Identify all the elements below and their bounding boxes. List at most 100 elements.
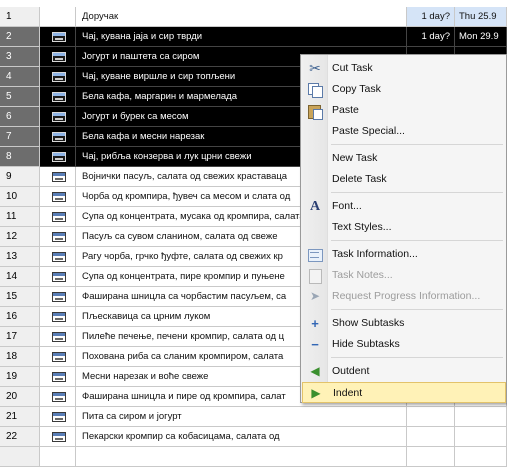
indicator-cell[interactable] bbox=[40, 427, 76, 447]
start-cell[interactable] bbox=[455, 427, 507, 447]
menu-item-font[interactable]: A Font... bbox=[302, 196, 506, 217]
indicator-cell[interactable] bbox=[40, 27, 76, 47]
notes-icon bbox=[307, 268, 323, 284]
task-name-cell[interactable]: Чај, кувана јаја и сир тврди bbox=[76, 27, 407, 47]
row-number[interactable]: 7 bbox=[0, 127, 40, 147]
row-number[interactable]: 12 bbox=[0, 227, 40, 247]
outdent-arrow-icon: ◀ bbox=[310, 364, 320, 378]
indicator-cell[interactable] bbox=[40, 207, 76, 227]
indicator-cell[interactable] bbox=[40, 87, 76, 107]
row-number[interactable]: 16 bbox=[0, 307, 40, 327]
indicator-cell[interactable] bbox=[40, 187, 76, 207]
menu-item-label: Request Progress Information... bbox=[332, 290, 481, 302]
menu-item-task-notes[interactable]: Task Notes... bbox=[302, 265, 506, 286]
menu-item-label: Task Notes... bbox=[332, 269, 393, 281]
paste-icon bbox=[307, 103, 323, 120]
empty-cell[interactable] bbox=[40, 447, 76, 467]
indicator-cell[interactable] bbox=[40, 227, 76, 247]
duration-cell[interactable]: 1 day? bbox=[407, 27, 455, 47]
menu-item-label: Outdent bbox=[332, 365, 370, 377]
row-number[interactable]: 13 bbox=[0, 247, 40, 267]
minus-icon: − bbox=[311, 337, 319, 352]
menu-item-hide-subtasks[interactable]: − Hide Subtasks bbox=[302, 334, 506, 355]
menu-separator bbox=[331, 144, 503, 145]
start-cell[interactable]: Thu 25.9 bbox=[455, 7, 507, 27]
menu-item-label: Show Subtasks bbox=[332, 317, 405, 329]
menu-item-cut-task[interactable]: ✂ Cut Task bbox=[302, 58, 506, 79]
menu-item-text-styles[interactable]: Text Styles... bbox=[302, 217, 506, 238]
row-number[interactable]: 5 bbox=[0, 87, 40, 107]
indicator-cell[interactable] bbox=[40, 367, 76, 387]
table-row[interactable]: 1 Доручак 1 day? Thu 25.9 bbox=[0, 7, 507, 27]
row-number[interactable]: 8 bbox=[0, 147, 40, 167]
duration-cell[interactable]: 1 day? bbox=[407, 7, 455, 27]
table-row[interactable]: 22 Пекарски кромпир са кобасицама, салата… bbox=[0, 427, 507, 447]
row-number[interactable]: 1 bbox=[0, 7, 40, 27]
row-number[interactable]: 9 bbox=[0, 167, 40, 187]
table-row[interactable]: 2 Чај, кувана јаја и сир тврди 1 day? Mon 2… bbox=[0, 27, 507, 47]
row-number[interactable]: 20 bbox=[0, 387, 40, 407]
row-number[interactable]: 3 bbox=[0, 47, 40, 67]
row-number[interactable]: 18 bbox=[0, 347, 40, 367]
empty-cell[interactable] bbox=[0, 447, 40, 467]
row-number[interactable]: 4 bbox=[0, 67, 40, 87]
menu-item-paste[interactable]: Paste bbox=[302, 100, 506, 121]
empty-cell[interactable] bbox=[76, 447, 407, 467]
task-name-cell[interactable]: Пекарски кромпир са кобасицама, салата о… bbox=[76, 427, 407, 447]
indicator-cell[interactable] bbox=[40, 347, 76, 367]
menu-item-show-subtasks[interactable]: + Show Subtasks bbox=[302, 313, 506, 334]
indicator-cell[interactable] bbox=[40, 67, 76, 87]
menu-item-copy-task[interactable]: Copy Task bbox=[302, 79, 506, 100]
row-number[interactable]: 21 bbox=[0, 407, 40, 427]
table-row[interactable]: 21 Пита са сиром и јогурт bbox=[0, 407, 507, 427]
indicator-cell[interactable] bbox=[40, 47, 76, 67]
start-cell[interactable] bbox=[455, 407, 507, 427]
indicator-cell[interactable] bbox=[40, 287, 76, 307]
row-number[interactable]: 15 bbox=[0, 287, 40, 307]
menu-item-label: Copy Task bbox=[332, 83, 381, 95]
row-number[interactable]: 2 bbox=[0, 27, 40, 47]
indicator-cell[interactable] bbox=[40, 7, 76, 27]
menu-item-label: Hide Subtasks bbox=[332, 338, 400, 350]
indicator-cell[interactable] bbox=[40, 147, 76, 167]
empty-cell[interactable] bbox=[407, 447, 455, 467]
task-indicator-icon bbox=[52, 352, 66, 362]
task-name-cell[interactable]: Доручак bbox=[76, 7, 407, 27]
task-name-cell[interactable]: Пита са сиром и јогурт bbox=[76, 407, 407, 427]
menu-item-task-information[interactable]: Task Information... bbox=[302, 244, 506, 265]
row-number[interactable]: 19 bbox=[0, 367, 40, 387]
menu-item-delete-task[interactable]: Delete Task bbox=[302, 169, 506, 190]
row-number[interactable]: 10 bbox=[0, 187, 40, 207]
row-number[interactable]: 22 bbox=[0, 427, 40, 447]
menu-item-label: Cut Task bbox=[332, 62, 373, 74]
row-number[interactable]: 14 bbox=[0, 267, 40, 287]
indicator-cell[interactable] bbox=[40, 167, 76, 187]
menu-item-outdent[interactable]: ◀ Outdent bbox=[302, 361, 506, 382]
context-menu: ✂ Cut Task Copy Task Paste Paste Special... N… bbox=[300, 54, 507, 403]
task-indicator-icon bbox=[52, 252, 66, 262]
menu-item-request-progress-information[interactable]: ➤ Request Progress Information... bbox=[302, 286, 506, 307]
duration-cell[interactable] bbox=[407, 427, 455, 447]
task-indicator-icon bbox=[52, 212, 66, 222]
menu-separator bbox=[331, 192, 503, 193]
indicator-cell[interactable] bbox=[40, 107, 76, 127]
menu-item-paste-special[interactable]: Paste Special... bbox=[302, 121, 506, 142]
row-number[interactable]: 6 bbox=[0, 107, 40, 127]
menu-item-label: Paste bbox=[332, 104, 359, 116]
empty-cell[interactable] bbox=[455, 447, 507, 467]
indicator-cell[interactable] bbox=[40, 247, 76, 267]
row-number[interactable]: 17 bbox=[0, 327, 40, 347]
menu-item-indent[interactable]: ▶ Indent bbox=[302, 382, 506, 403]
task-indicator-icon bbox=[52, 332, 66, 342]
menu-item-new-task[interactable]: New Task bbox=[302, 148, 506, 169]
indicator-cell[interactable] bbox=[40, 267, 76, 287]
indicator-cell[interactable] bbox=[40, 407, 76, 427]
start-cell[interactable]: Mon 29.9 bbox=[455, 27, 507, 47]
indicator-cell[interactable] bbox=[40, 127, 76, 147]
duration-cell[interactable] bbox=[407, 407, 455, 427]
indicator-cell[interactable] bbox=[40, 387, 76, 407]
row-number[interactable]: 11 bbox=[0, 207, 40, 227]
indicator-cell[interactable] bbox=[40, 327, 76, 347]
empty-row[interactable] bbox=[0, 447, 507, 467]
indicator-cell[interactable] bbox=[40, 307, 76, 327]
